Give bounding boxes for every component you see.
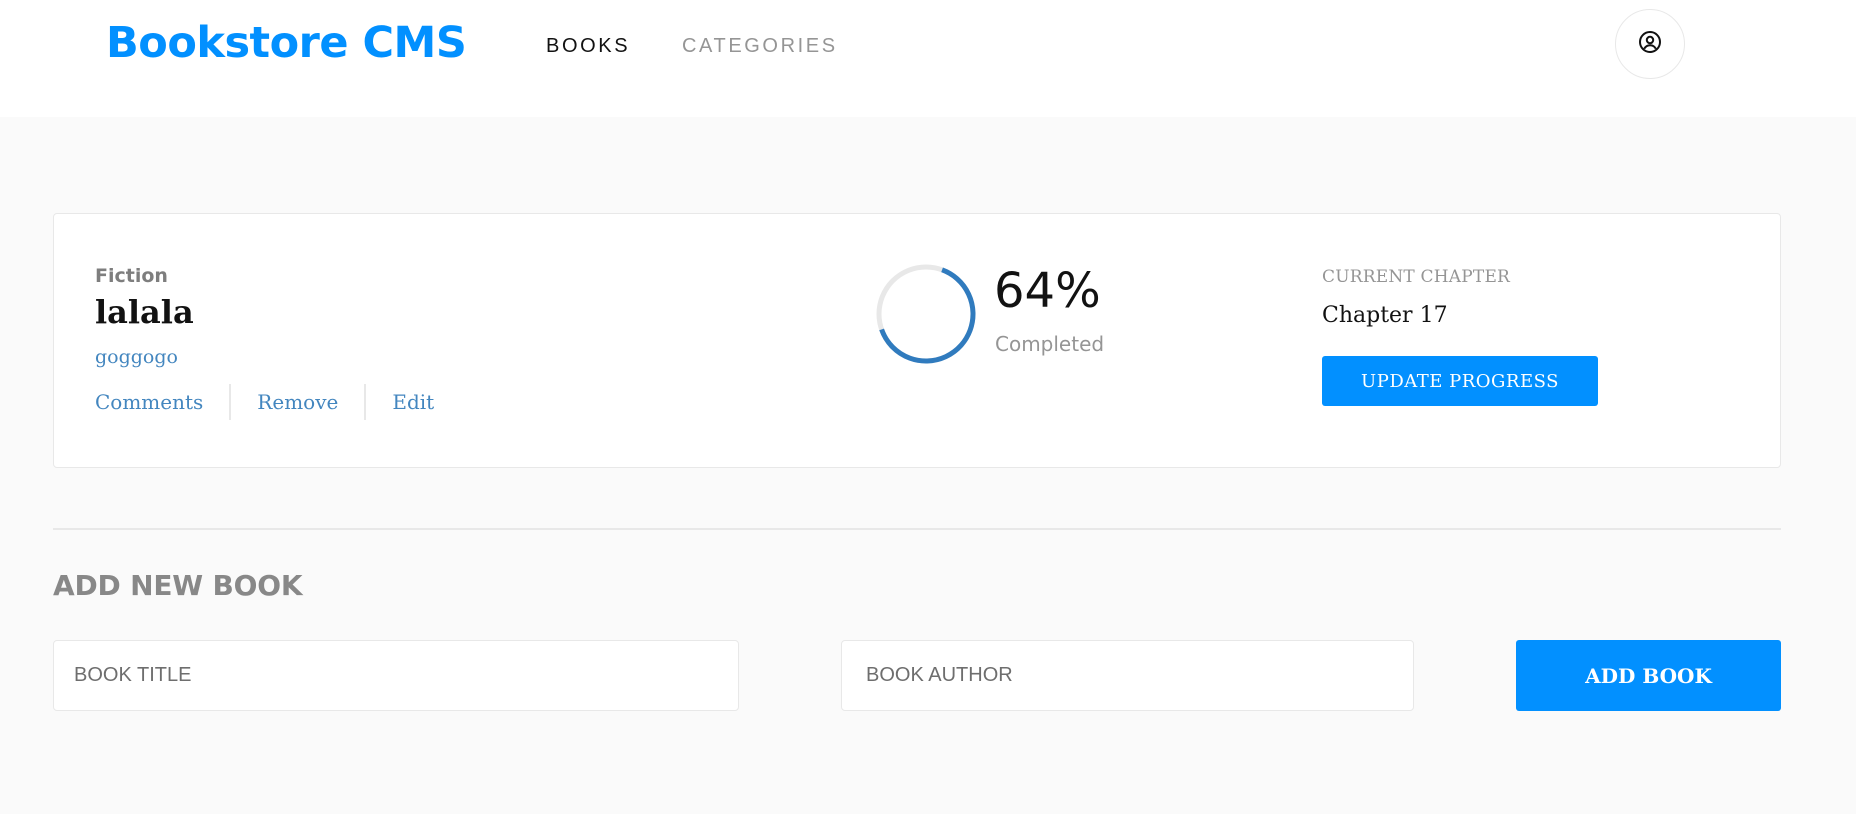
book-actions: Comments Remove Edit: [95, 384, 434, 420]
action-divider: [364, 384, 367, 420]
add-book-heading: ADD NEW BOOK: [53, 569, 303, 602]
update-progress-button[interactable]: UPDATE PROGRESS: [1322, 356, 1598, 406]
comments-button[interactable]: Comments: [95, 390, 203, 414]
nav-link-categories[interactable]: CATEGORIES: [682, 35, 838, 58]
user-circle-icon: [1638, 30, 1662, 59]
progress-ring-fill: [876, 264, 976, 364]
book-card: Fiction lalala goggogo Comments Remove E…: [53, 213, 1781, 468]
remove-button[interactable]: Remove: [257, 390, 338, 414]
progress-ring: [876, 264, 976, 364]
book-category: Fiction: [95, 265, 168, 287]
nav-link-books[interactable]: BOOKS: [546, 35, 630, 58]
section-divider: [53, 528, 1781, 530]
current-chapter-label: CURRENT CHAPTER: [1322, 267, 1511, 287]
logo[interactable]: Bookstore CMS: [106, 18, 467, 68]
header: Bookstore CMS BOOKS CATEGORIES: [0, 0, 1856, 117]
add-book-button[interactable]: ADD BOOK: [1516, 640, 1781, 711]
book-title-input[interactable]: [53, 640, 739, 711]
completed-label: Completed: [995, 332, 1105, 356]
book-author-input[interactable]: [841, 640, 1414, 711]
current-chapter: Chapter 17: [1322, 303, 1448, 328]
edit-button[interactable]: Edit: [392, 390, 434, 414]
progress-percent: 64%: [994, 263, 1101, 319]
action-divider: [229, 384, 232, 420]
book-title: lalala: [95, 293, 194, 331]
user-button[interactable]: [1615, 9, 1685, 79]
book-author: goggogo: [95, 346, 178, 368]
